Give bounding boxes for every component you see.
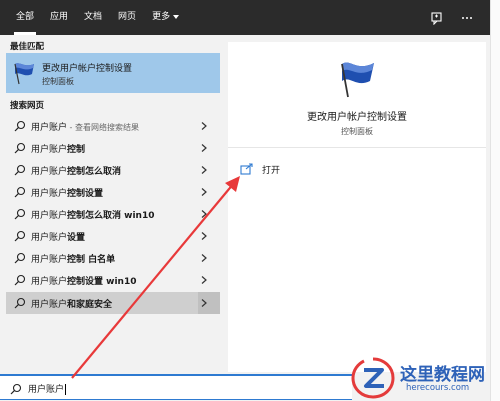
search-icon — [14, 120, 26, 132]
detail-pane: 更改用户帐户控制设置 控制面板 打开 — [228, 42, 486, 372]
start-search-panel: 全部 应用 文档 网页 更多 最佳匹配 更改用户帐户控制设置 控制面板 搜索网页… — [0, 0, 490, 401]
search-icon — [10, 383, 22, 395]
open-label: 打开 — [262, 165, 281, 176]
web-result-item-selected[interactable]: 用户账户和家庭安全 — [6, 292, 220, 314]
web-result-label: 用户账户控制设置 win10 — [31, 274, 136, 287]
web-result-item[interactable]: 用户账户设置 — [6, 225, 220, 247]
search-icon — [14, 142, 26, 154]
chevron-right-icon — [201, 188, 207, 196]
result-query: 用户账户 — [31, 189, 68, 199]
feedback-icon — [431, 11, 442, 25]
tab-more[interactable]: 更多 — [144, 0, 187, 35]
desktop-edge — [490, 0, 500, 401]
screen: 全部 应用 文档 网页 更多 最佳匹配 更改用户帐户控制设置 控制面板 搜索网页… — [0, 0, 500, 401]
search-box[interactable]: 用户账户 — [0, 374, 352, 400]
web-result-label: 用户账户 - 查看网络搜索结果 — [31, 120, 139, 133]
web-result-item[interactable]: 用户账户控制 白名单 — [6, 247, 220, 269]
tab-web-label: 网页 — [118, 12, 137, 22]
search-icon — [14, 208, 26, 220]
web-result-item[interactable]: 用户账户控制设置 — [6, 181, 220, 203]
tab-apps[interactable]: 应用 — [42, 0, 76, 35]
web-result-label: 用户账户控制 白名单 — [31, 252, 115, 265]
detail-title: 更改用户帐户控制设置 — [307, 112, 407, 123]
result-query: 用户账户 — [31, 233, 68, 243]
chevron-right-icon — [201, 254, 207, 262]
tab-all[interactable]: 全部 — [8, 0, 42, 35]
more-options-button[interactable] — [454, 5, 480, 31]
web-result-item[interactable]: 用户账户控制 — [6, 137, 220, 159]
chevron-down-icon — [173, 14, 180, 19]
filter-tabs: 全部 应用 文档 网页 更多 — [8, 0, 187, 35]
result-query: 用户账户 — [31, 277, 68, 287]
text-cursor — [65, 384, 67, 395]
web-result-label: 用户账户控制设置 — [31, 186, 103, 199]
search-icon — [14, 186, 26, 198]
top-tab-bar: 全部 应用 文档 网页 更多 — [0, 0, 490, 35]
tab-apps-label: 应用 — [50, 12, 69, 22]
watermark-url: herecours.com — [406, 383, 470, 393]
result-hint: - 查看网络搜索结果 — [67, 123, 139, 132]
web-result-label: 用户账户设置 — [31, 230, 85, 243]
web-search-heading: 搜索网页 — [10, 101, 45, 111]
web-result-label: 用户账户控制怎么取消 win10 — [31, 208, 154, 221]
result-query: 用户账户 — [31, 123, 68, 133]
ellipsis-icon — [462, 16, 472, 19]
chevron-right-icon — [201, 144, 207, 152]
result-query: 用户账户 — [31, 300, 68, 310]
web-result-item[interactable]: 用户账户控制怎么取消 win10 — [6, 203, 220, 225]
chevron-right-icon — [201, 166, 207, 174]
best-match-subtitle: 控制面板 — [42, 77, 74, 86]
chevron-right-icon — [201, 210, 207, 218]
result-query: 用户账户 — [31, 145, 68, 155]
open-action[interactable]: 打开 — [240, 161, 280, 177]
tab-web[interactable]: 网页 — [110, 0, 144, 35]
search-icon — [14, 297, 26, 309]
best-match-heading: 最佳匹配 — [10, 42, 45, 52]
result-completion: 控制设置 win10 — [67, 277, 137, 287]
results-list: 最佳匹配 更改用户帐户控制设置 控制面板 搜索网页 用户账户 - 查看网络搜索结… — [0, 35, 222, 372]
result-completion: 设置 — [67, 233, 86, 243]
web-result-label: 用户账户和家庭安全 — [31, 297, 112, 310]
divider — [228, 147, 486, 148]
tab-documents-label: 文档 — [84, 12, 103, 22]
watermark-logo — [351, 357, 395, 399]
chevron-right-icon — [201, 299, 207, 307]
web-result-item[interactable]: 用户账户控制怎么取消 — [6, 159, 220, 181]
tab-documents[interactable]: 文档 — [76, 0, 110, 35]
search-icon — [14, 164, 26, 176]
uac-flag-icon — [14, 63, 34, 85]
search-icon — [14, 274, 26, 286]
top-actions — [420, 0, 480, 35]
search-icon — [14, 252, 26, 264]
detail-subtitle: 控制面板 — [341, 127, 373, 136]
search-input[interactable]: 用户账户 — [28, 382, 67, 395]
search-value: 用户账户 — [28, 385, 65, 395]
best-match-title: 更改用户帐户控制设置 — [42, 64, 133, 74]
result-completion: 控制 — [67, 145, 86, 155]
result-completion: 控制设置 — [67, 189, 104, 199]
result-query: 用户账户 — [31, 255, 68, 265]
result-completion: 控制怎么取消 — [67, 167, 122, 177]
chevron-right-icon — [201, 276, 207, 284]
chevron-right-icon — [201, 232, 207, 240]
web-result-item[interactable]: 用户账户控制设置 win10 — [6, 269, 220, 291]
tab-all-label: 全部 — [16, 12, 35, 22]
result-completion: 控制怎么取消 win10 — [67, 211, 155, 221]
open-icon — [240, 163, 253, 175]
chevron-right-icon — [201, 122, 207, 130]
watermark-name: 这里教程网 — [400, 365, 485, 385]
result-query: 用户账户 — [31, 211, 68, 221]
best-match-item[interactable]: 更改用户帐户控制设置 控制面板 — [6, 53, 220, 93]
search-icon — [14, 230, 26, 242]
web-result-label: 用户账户控制 — [31, 142, 85, 155]
result-completion: 控制 白名单 — [67, 255, 116, 265]
result-completion: 和家庭安全 — [67, 300, 113, 310]
watermark: 这里教程网 herecours.com — [350, 356, 495, 400]
tab-more-label: 更多 — [152, 12, 171, 22]
result-query: 用户账户 — [31, 167, 68, 177]
web-result-label: 用户账户控制怎么取消 — [31, 164, 121, 177]
feedback-button[interactable] — [424, 5, 450, 31]
uac-flag-large-icon — [341, 62, 374, 98]
web-result-item[interactable]: 用户账户 - 查看网络搜索结果 — [6, 115, 220, 137]
